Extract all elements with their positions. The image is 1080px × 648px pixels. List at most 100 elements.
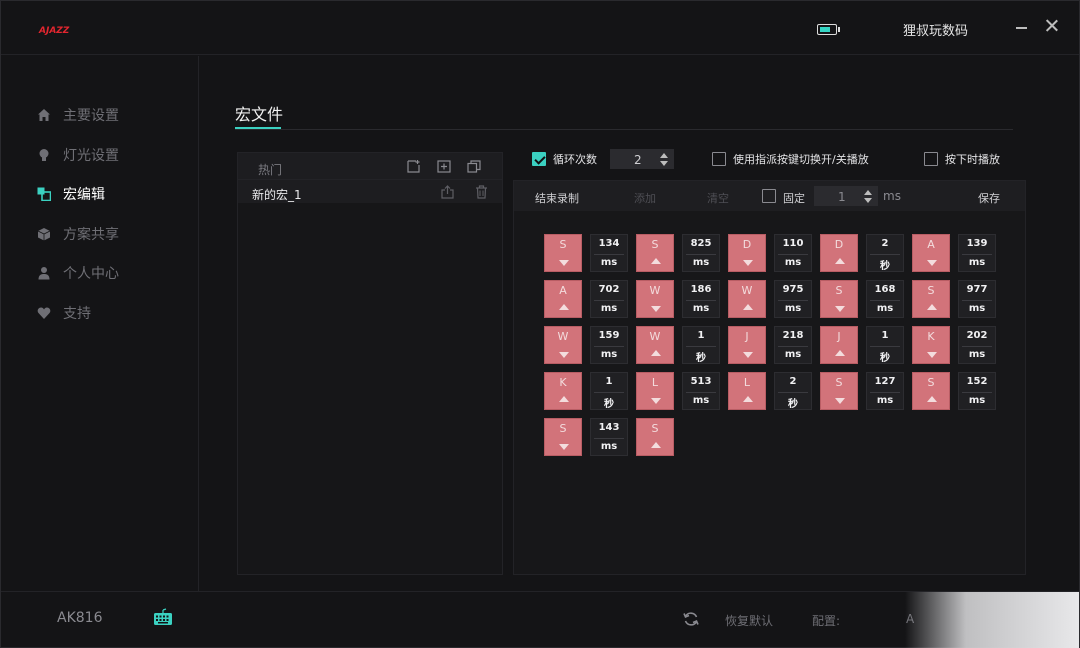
delete-icon[interactable] (475, 185, 488, 199)
macro-key-step[interactable]: A (544, 280, 582, 318)
stepper-up-icon[interactable] (864, 190, 872, 195)
macro-delay-step[interactable]: 110 ms (774, 234, 812, 272)
add-button[interactable]: 添加 (634, 190, 656, 206)
delay-unit: ms (692, 395, 710, 406)
stepper-up-icon[interactable] (660, 153, 668, 158)
key-up-icon (651, 442, 661, 448)
macro-key-step[interactable]: K (912, 326, 950, 364)
loop-count-stepper[interactable]: 2 (610, 149, 674, 169)
macro-key-step[interactable]: L (636, 372, 674, 410)
hold-play-checkbox[interactable] (924, 152, 938, 166)
macro-key-step[interactable]: J (728, 326, 766, 364)
macro-delay-step[interactable]: 1秒 (682, 326, 720, 364)
macro-key-step[interactable]: S (820, 280, 858, 318)
macro-delay-step[interactable]: 134 ms (590, 234, 628, 272)
delay-unit: 秒 (880, 353, 890, 364)
macro-delay-step[interactable]: 702 ms (590, 280, 628, 318)
macro-delay-step[interactable]: 2秒 (866, 234, 904, 272)
macro-delay-step[interactable]: 1秒 (590, 372, 628, 410)
macro-key-step[interactable]: D (728, 234, 766, 272)
macro-key-step[interactable]: S (636, 418, 674, 456)
loop-count-value[interactable]: 2 (634, 153, 642, 167)
sidebar-item-profile-share[interactable]: 方案共享 (37, 223, 119, 245)
add-folder-icon[interactable] (437, 160, 451, 173)
macro-key-step[interactable]: S (544, 418, 582, 456)
delay-unit: ms (600, 257, 618, 268)
title-bar: AJAZZ 狸叔玩数码 (1, 1, 1079, 55)
stop-record-button[interactable]: 结束录制 (535, 190, 579, 206)
macro-delay-step[interactable]: 975 ms (774, 280, 812, 318)
macro-list-item[interactable]: 新的宏_1 (238, 179, 502, 203)
brand-logo: AJAZZ (39, 26, 70, 36)
key-step-letter: S (559, 422, 567, 435)
fixed-delay-stepper[interactable]: 1 (814, 186, 878, 206)
new-macro-icon[interactable] (407, 160, 421, 173)
delay-unit: ms (600, 441, 618, 452)
key-down-icon (835, 306, 845, 312)
macro-key-step[interactable]: L (728, 372, 766, 410)
macro-delay-step[interactable]: 139 ms (958, 234, 996, 272)
stepper-down-icon[interactable] (864, 198, 872, 203)
copy-icon[interactable] (467, 160, 481, 173)
macro-delay-step[interactable]: 2秒 (774, 372, 812, 410)
minimize-icon[interactable] (1015, 15, 1029, 29)
macro-key-step[interactable]: S (912, 372, 950, 410)
sidebar-item-lighting[interactable]: 灯光设置 (37, 144, 119, 166)
macro-key-step[interactable]: S (820, 372, 858, 410)
macro-delay-step[interactable]: 513 ms (682, 372, 720, 410)
macro-delay-step[interactable]: 1秒 (866, 326, 904, 364)
macro-delay-step[interactable]: 186 ms (682, 280, 720, 318)
loop-count-checkbox[interactable] (532, 152, 546, 166)
macro-key-step[interactable]: W (636, 280, 674, 318)
sidebar-item-support[interactable]: 支持 (37, 302, 91, 324)
macro-delay-step[interactable]: 825 ms (682, 234, 720, 272)
macro-delay-step[interactable]: 127 ms (866, 372, 904, 410)
macro-delay-step[interactable]: 143 ms (590, 418, 628, 456)
macro-key-step[interactable]: S (636, 234, 674, 272)
key-step-letter: L (743, 376, 751, 389)
macro-delay-step[interactable]: 168 ms (866, 280, 904, 318)
macro-key-step[interactable]: W (544, 326, 582, 364)
clear-button[interactable]: 清空 (707, 190, 729, 206)
macro-delay-step[interactable]: 159 ms (590, 326, 628, 364)
device-name: AK816 (57, 610, 103, 626)
key-step-letter: W (557, 330, 569, 343)
key-step-letter: S (835, 284, 843, 297)
key-up-icon (743, 304, 753, 310)
macro-key-step[interactable]: A (912, 234, 950, 272)
sidebar-item-macro-editor[interactable]: 宏编辑 (37, 183, 105, 205)
macro-key-step[interactable]: S (544, 234, 582, 272)
toggle-play-checkbox[interactable] (712, 152, 726, 166)
delay-unit: ms (968, 257, 986, 268)
macro-delay-step[interactable]: 218 ms (774, 326, 812, 364)
delay-unit: ms (968, 395, 986, 406)
macro-key-step[interactable]: S (912, 280, 950, 318)
key-down-icon (559, 352, 569, 358)
refresh-icon[interactable] (683, 611, 699, 627)
delay-value: 110 (782, 238, 804, 249)
key-up-icon (743, 396, 753, 402)
delay-value: 159 (598, 330, 620, 341)
fixed-delay-value[interactable]: 1 (838, 190, 846, 204)
sidebar-item-main-settings[interactable]: 主要设置 (37, 104, 119, 126)
delay-unit: ms (784, 257, 802, 268)
key-down-icon (835, 398, 845, 404)
sidebar-item-personal-center[interactable]: 个人中心 (37, 262, 119, 284)
macro-delay-step[interactable]: 202 ms (958, 326, 996, 364)
stepper-down-icon[interactable] (660, 161, 668, 166)
macro-key-step[interactable]: J (820, 326, 858, 364)
key-down-icon (559, 444, 569, 450)
fixed-delay-checkbox[interactable] (762, 189, 776, 203)
macro-key-step[interactable]: K (544, 372, 582, 410)
save-button[interactable]: 保存 (978, 190, 1000, 206)
macro-key-step[interactable]: W (636, 326, 674, 364)
keyboard-icon[interactable] (153, 608, 173, 628)
close-icon[interactable] (1045, 19, 1059, 33)
macro-key-step[interactable]: W (728, 280, 766, 318)
user-name[interactable]: 狸叔玩数码 (903, 20, 968, 39)
macro-delay-step[interactable]: 977 ms (958, 280, 996, 318)
macro-key-step[interactable]: D (820, 234, 858, 272)
export-icon[interactable] (441, 185, 454, 199)
macro-delay-step[interactable]: 152 ms (958, 372, 996, 410)
reset-default-button[interactable]: 恢复默认 (725, 612, 773, 629)
